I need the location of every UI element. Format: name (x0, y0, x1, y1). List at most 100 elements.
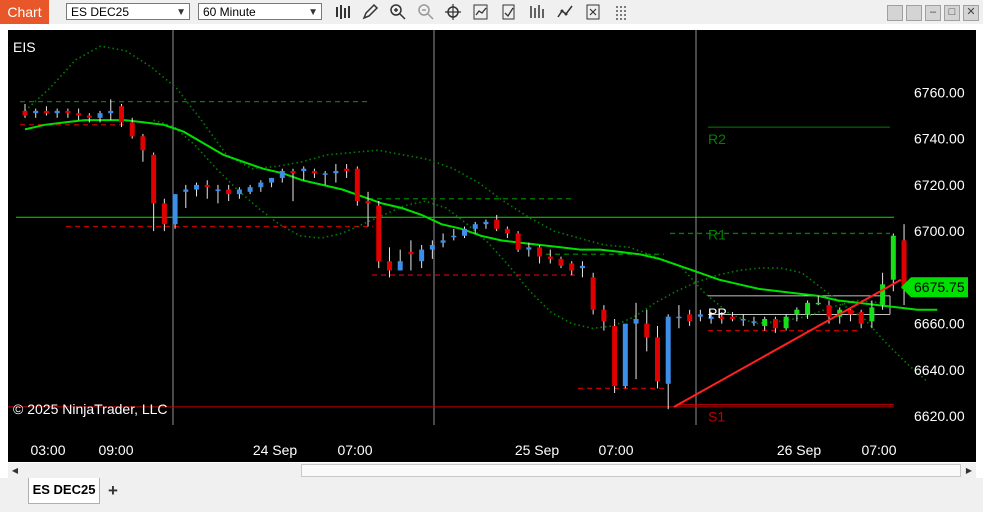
candle-body (472, 224, 478, 229)
time-axis-label: 26 Sep (777, 442, 822, 458)
candle-body (161, 203, 167, 225)
window-minimize-icon[interactable]: – (925, 5, 941, 21)
price-axis-label: 6660.00 (914, 316, 965, 332)
crosshair-icon[interactable] (444, 3, 462, 21)
candle-body (376, 205, 382, 262)
time-axis-label: 07:00 (337, 442, 372, 458)
candle-body (579, 265, 585, 269)
indicators-icon[interactable] (472, 3, 490, 21)
candle-body (494, 219, 500, 229)
window-close-icon[interactable]: ✕ (963, 5, 979, 21)
candle-body (333, 171, 339, 174)
candle-body (440, 240, 446, 243)
candle-body (794, 309, 800, 315)
candle-body (462, 228, 468, 236)
price-axis-label: 6740.00 (914, 131, 965, 147)
candle-body (397, 261, 403, 271)
bar-type-icon[interactable] (334, 3, 352, 21)
pivot-s1-label: S1 (708, 409, 725, 425)
scroll-thumb[interactable] (301, 464, 961, 477)
interval-selector[interactable]: 60 Minute ▼ (198, 3, 322, 20)
candle-body (22, 110, 28, 116)
price-axis-label: 6720.00 (914, 177, 965, 193)
strategies-icon[interactable] (500, 3, 518, 21)
candle-body (194, 184, 200, 190)
candle-body (129, 122, 135, 137)
candle-body (54, 110, 60, 114)
candle-body (43, 110, 49, 114)
window-minimize-button[interactable] (887, 5, 903, 21)
candle-body (97, 113, 103, 118)
data-box-icon[interactable] (528, 3, 546, 21)
candle-body (108, 110, 114, 114)
candle-body (504, 228, 510, 234)
candle-body (880, 284, 886, 306)
candle-body (654, 337, 660, 382)
candle-body (558, 258, 564, 266)
instrument-selector[interactable]: ES DEC25 ▼ (66, 3, 190, 20)
candle-body (847, 309, 853, 315)
candle-body (322, 173, 328, 175)
window-restore-button[interactable] (906, 5, 922, 21)
candle-body (815, 302, 821, 305)
candle-body (140, 136, 146, 151)
candle-body (869, 307, 875, 322)
chart-menu-button[interactable]: Chart (0, 0, 49, 24)
candle-body (269, 177, 275, 183)
snapshot-icon[interactable] (584, 3, 602, 21)
price-axis-label: 6620.00 (914, 408, 965, 424)
candle-body (76, 113, 82, 116)
zoom-out-icon[interactable] (417, 3, 435, 21)
candle-body (311, 171, 317, 174)
time-axis-label: 25 Sep (515, 442, 560, 458)
candle-body (419, 249, 425, 262)
candle-body (483, 221, 489, 225)
candle-body (547, 256, 553, 259)
candle-body (740, 319, 746, 321)
zoom-in-icon[interactable] (389, 3, 407, 21)
candle-body (386, 261, 392, 271)
pivot-r2-label: R2 (708, 131, 726, 147)
candle-body (290, 171, 296, 174)
candle-body (151, 154, 157, 204)
time-axis-label: 03:00 (30, 442, 65, 458)
candle-body (687, 314, 693, 322)
copyright-label: © 2025 NinjaTrader, LLC (13, 401, 168, 417)
candle-body (622, 323, 628, 387)
drawing-tools-icon[interactable] (556, 3, 574, 21)
time-axis-label: 07:00 (861, 442, 896, 458)
properties-icon[interactable] (612, 3, 630, 21)
horizontal-scrollbar[interactable]: ◀ ▶ (8, 463, 976, 478)
candle-body (751, 321, 757, 323)
candle-body (644, 323, 650, 338)
candle-body (601, 309, 607, 322)
candle-body (118, 106, 124, 123)
candle-body (783, 316, 789, 329)
candle-body (408, 251, 414, 255)
price-axis-label: 6700.00 (914, 223, 965, 239)
scroll-left-icon[interactable]: ◀ (8, 463, 22, 478)
candle-body (172, 194, 178, 225)
window-maximize-icon[interactable]: □ (944, 5, 960, 21)
draw-pencil-icon[interactable] (361, 3, 379, 21)
moving-average-line (24, 119, 938, 311)
candle-body (354, 168, 360, 202)
add-tab-button[interactable]: + (103, 481, 123, 501)
tab-es-dec25[interactable]: ES DEC25 (28, 478, 100, 504)
candle-body (183, 189, 189, 192)
symbol-label: EIS (13, 39, 36, 55)
candle-body (236, 189, 242, 195)
trend-line (673, 278, 902, 408)
candle-body (890, 235, 896, 280)
candle-body (730, 316, 736, 319)
candle-body (526, 247, 532, 250)
candle-body (901, 240, 907, 289)
candle-body (590, 277, 596, 310)
candle-body (65, 110, 71, 114)
candle-body (697, 314, 703, 317)
candle-body (826, 305, 832, 317)
price-chart[interactable]: R2 R1 PP S1 EIS © 2025 NinjaTrader, LLC 676… (8, 30, 976, 462)
candle-body (344, 168, 350, 171)
scroll-right-icon[interactable]: ▶ (962, 463, 976, 478)
candle-body (429, 245, 435, 250)
